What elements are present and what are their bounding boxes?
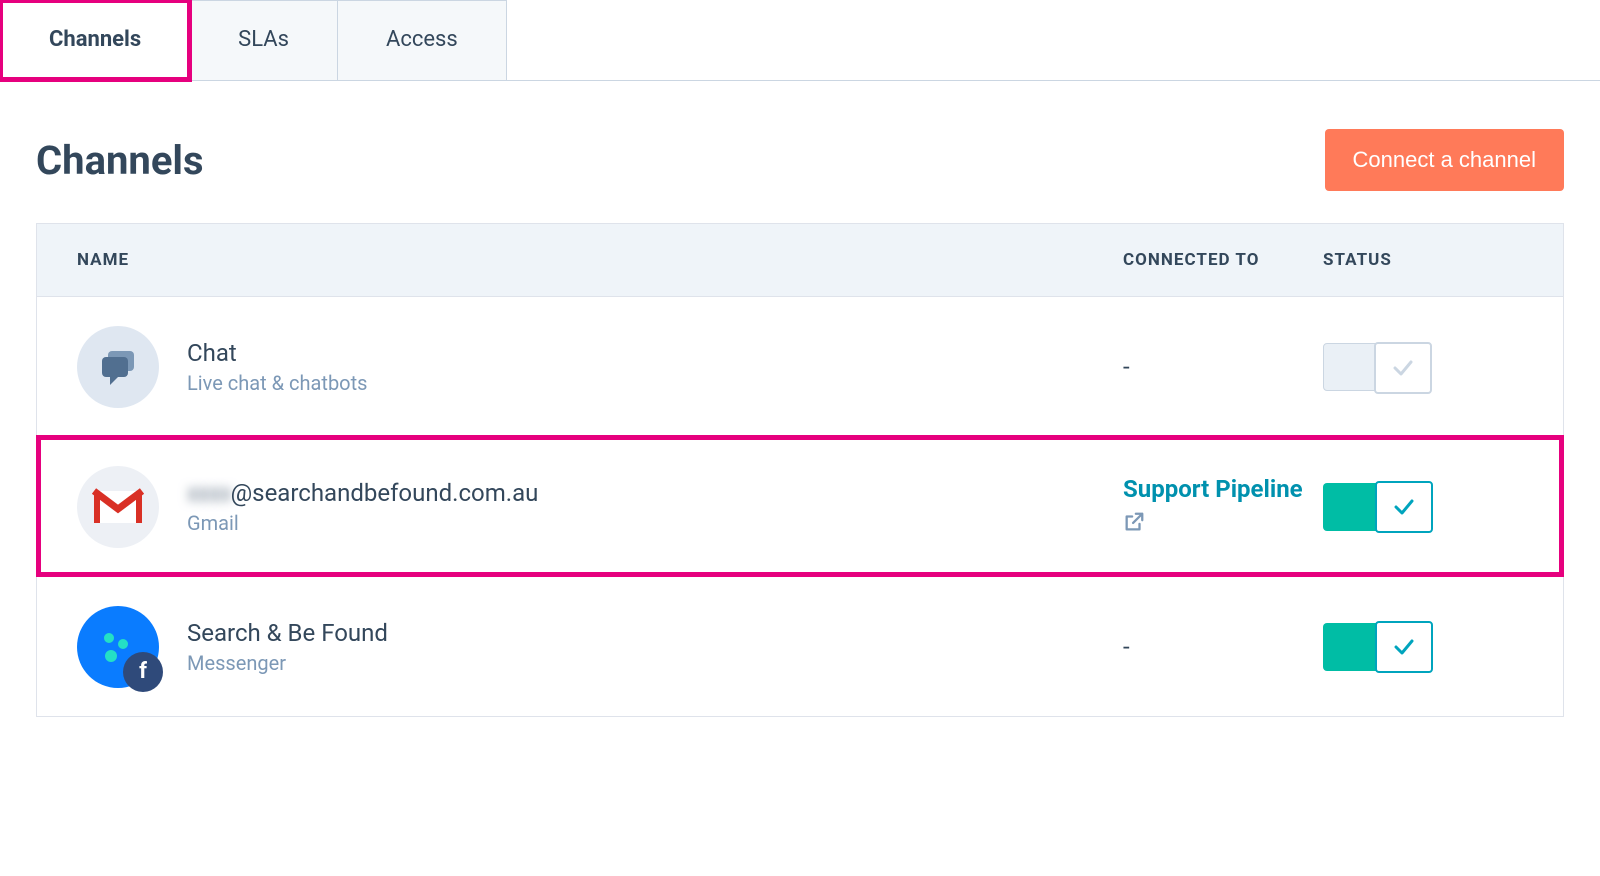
gmail-icon <box>77 466 159 548</box>
email-suffix: @searchandbefound.com.au <box>231 479 539 507</box>
chat-icon <box>77 326 159 408</box>
tab-channels[interactable]: Channels <box>0 0 190 80</box>
messenger-icon: f <box>77 606 159 688</box>
name-cell: xxxx@searchandbefound.com.au Gmail <box>77 466 1123 548</box>
page-title: Channels <box>36 137 204 184</box>
external-link-icon[interactable] <box>1123 511 1145 539</box>
toggle-knob <box>1375 621 1433 673</box>
name-cell: Chat Live chat & chatbots <box>77 326 1123 408</box>
status-cell <box>1323 623 1523 671</box>
tabs-bar: Channels SLAs Access <box>0 0 1600 81</box>
col-connected-to: CONNECTED TO <box>1123 250 1323 270</box>
row-title-block: Search & Be Found Messenger <box>187 619 388 675</box>
blurred-prefix: xxxx <box>187 479 231 507</box>
connected-to-value: - <box>1123 633 1323 661</box>
facebook-badge-icon: f <box>123 652 163 692</box>
table-header: NAME CONNECTED TO STATUS <box>37 224 1563 296</box>
row-subtitle: Live chat & chatbots <box>187 371 367 395</box>
channels-table: NAME CONNECTED TO STATUS Chat Live chat … <box>36 223 1564 717</box>
tab-slas[interactable]: SLAs <box>189 0 338 80</box>
col-status: STATUS <box>1323 250 1523 270</box>
row-title-block: xxxx@searchandbefound.com.au Gmail <box>187 479 538 535</box>
row-title: Chat <box>187 339 367 367</box>
status-toggle[interactable] <box>1323 483 1431 531</box>
status-toggle[interactable] <box>1323 623 1431 671</box>
connect-channel-button[interactable]: Connect a channel <box>1325 129 1564 191</box>
pipeline-link[interactable]: Support Pipeline <box>1123 474 1323 505</box>
col-name: NAME <box>77 250 1123 270</box>
row-title: Search & Be Found <box>187 619 388 647</box>
row-title-block: Chat Live chat & chatbots <box>187 339 367 395</box>
table-row[interactable]: f Search & Be Found Messenger - <box>37 576 1563 716</box>
table-row[interactable]: Chat Live chat & chatbots - <box>37 296 1563 436</box>
connected-to-value: - <box>1123 353 1323 381</box>
header-row: Channels Connect a channel <box>0 81 1600 223</box>
toggle-knob <box>1375 481 1433 533</box>
tab-access[interactable]: Access <box>337 0 507 80</box>
status-cell <box>1323 483 1523 531</box>
status-cell <box>1323 343 1523 391</box>
row-subtitle: Gmail <box>187 511 538 535</box>
toggle-knob <box>1374 342 1432 394</box>
table-row[interactable]: xxxx@searchandbefound.com.au Gmail Suppo… <box>37 436 1563 576</box>
row-subtitle: Messenger <box>187 651 388 675</box>
row-title: xxxx@searchandbefound.com.au <box>187 479 538 507</box>
name-cell: f Search & Be Found Messenger <box>77 606 1123 688</box>
connected-to-value: Support Pipeline <box>1123 474 1323 539</box>
status-toggle[interactable] <box>1323 343 1431 391</box>
